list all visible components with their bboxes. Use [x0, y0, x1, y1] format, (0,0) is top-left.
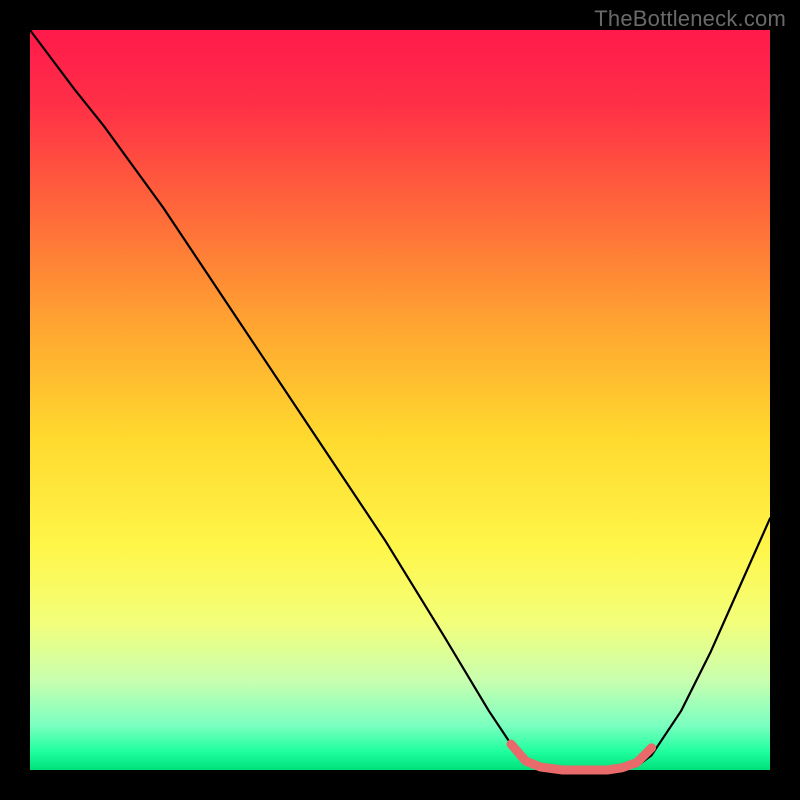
watermark-text: TheBottleneck.com: [594, 6, 786, 32]
gradient-background: [30, 30, 770, 770]
chart-container: TheBottleneck.com: [0, 0, 800, 800]
bottleneck-chart: [0, 0, 800, 800]
